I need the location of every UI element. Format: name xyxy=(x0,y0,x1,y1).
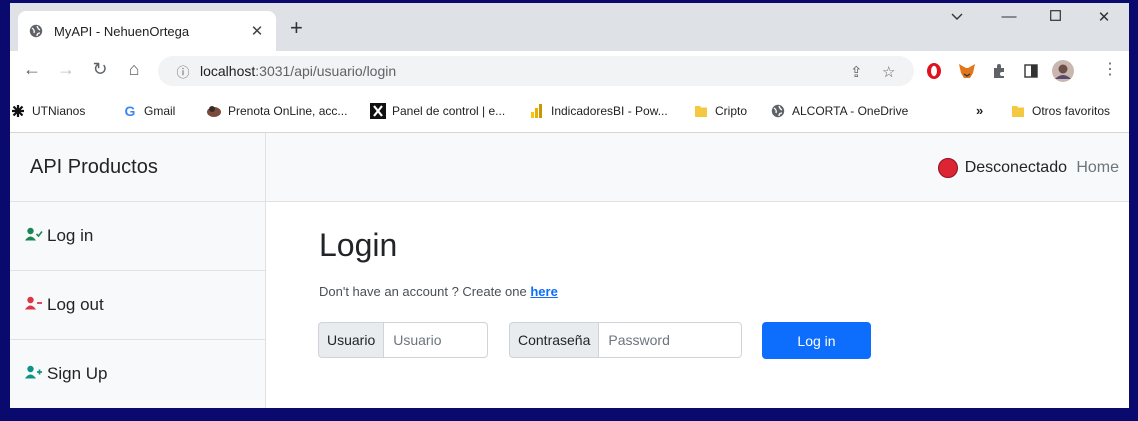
user-check-icon xyxy=(25,226,47,246)
bookmark-label: ALCORTA - OneDrive xyxy=(792,104,909,118)
password-input[interactable] xyxy=(598,322,743,358)
signup-prompt-text: Don't have an account ? Create one xyxy=(319,284,527,299)
globe-icon xyxy=(770,103,786,119)
bookmark-label: Prenota OnLine, acc... xyxy=(228,104,348,118)
sidebar-item-label: Log out xyxy=(47,295,104,314)
sidebar: API Productos Log in Log out Sign Up xyxy=(10,133,266,408)
menu-kebab-icon[interactable]: ⋮ xyxy=(1098,59,1122,79)
password-group: Contraseña xyxy=(509,322,743,358)
bookmark-label: UTNianos xyxy=(32,104,86,118)
minimize-icon[interactable]: — xyxy=(994,8,1024,25)
close-tab-icon[interactable]: ✕ xyxy=(248,22,266,40)
bookmark-otros-favoritos[interactable]: Otros favoritos xyxy=(1010,103,1110,119)
user-minus-icon xyxy=(25,295,47,315)
web-page: API Productos Log in Log out Sign Up Des… xyxy=(10,133,1129,408)
sidebar-item-label: Log in xyxy=(47,226,94,245)
status-text: Desconectado xyxy=(964,159,1067,176)
bookmark-cripto[interactable]: Cripto xyxy=(693,103,747,119)
url-host: localhost xyxy=(200,63,256,79)
connection-status: Desconectado xyxy=(937,158,1067,178)
tab-strip: MyAPI - NehuenOrtega ✕ + — ✕ xyxy=(10,3,1129,51)
login-button[interactable]: Log in xyxy=(762,322,871,359)
bookmark-label: Panel de control | e... xyxy=(392,104,506,118)
back-icon[interactable]: ← xyxy=(20,59,44,80)
bookmark-label: Cripto xyxy=(715,104,748,118)
metamask-icon[interactable] xyxy=(958,62,976,80)
sidebar-item-label: Sign Up xyxy=(47,364,108,383)
browser-window: MyAPI - NehuenOrtega ✕ + — ✕ ← → ↻ ⌂ ⓘ l… xyxy=(10,3,1129,408)
new-tab-icon[interactable]: + xyxy=(290,17,303,39)
username-label: Usuario xyxy=(318,322,384,358)
address-bar[interactable]: ⓘ localhost:3031/api/usuario/login ⇪ ☆ xyxy=(158,56,914,86)
top-navbar: Desconectado Home xyxy=(266,133,1129,202)
share-icon[interactable]: ⇪ xyxy=(850,63,863,81)
folder-icon xyxy=(693,103,709,119)
bookmarks-bar: UTNianos G Gmail Prenota OnLine, acc... … xyxy=(10,91,1129,133)
login-content: Login Don't have an account ? Create one… xyxy=(266,202,1129,408)
star-icon[interactable]: ☆ xyxy=(882,63,895,81)
brand-title[interactable]: API Productos xyxy=(10,133,265,202)
profile-avatar[interactable] xyxy=(1052,60,1074,82)
site-info-icon[interactable]: ⓘ xyxy=(170,62,196,81)
extensions-icon[interactable] xyxy=(990,62,1008,80)
x-logo-icon xyxy=(370,103,386,119)
tab-title: MyAPI - NehuenOrtega xyxy=(54,23,190,39)
sidebar-item-signup[interactable]: Sign Up xyxy=(10,340,265,408)
signup-prompt: Don't have an account ? Create one here xyxy=(319,284,558,299)
opera-icon[interactable] xyxy=(925,62,943,80)
password-label: Contraseña xyxy=(509,322,599,358)
home-icon[interactable]: ⌂ xyxy=(122,59,146,80)
bookmark-panel[interactable]: Panel de control | e... xyxy=(370,103,505,119)
status-dot-icon xyxy=(937,158,958,178)
forward-icon[interactable]: → xyxy=(54,59,78,80)
browser-toolbar: ← → ↻ ⌂ ⓘ localhost:3031/api/usuario/log… xyxy=(10,51,1129,91)
url-text: localhost:3031/api/usuario/login xyxy=(200,63,396,79)
overflow-chevron-icon: » xyxy=(976,103,984,118)
username-group: Usuario xyxy=(318,322,489,358)
url-path: :3031/api/usuario/login xyxy=(255,63,397,79)
maximize-icon[interactable] xyxy=(1040,8,1070,25)
user-plus-icon xyxy=(25,364,47,384)
bookmark-label: Gmail xyxy=(144,104,176,118)
powerbi-icon xyxy=(529,103,545,119)
prenota-icon xyxy=(206,103,222,119)
bookmark-alcorta[interactable]: ALCORTA - OneDrive xyxy=(770,103,908,119)
utn-icon xyxy=(10,103,26,119)
signup-here-link[interactable]: here xyxy=(530,284,557,299)
sidebar-item-login[interactable]: Log in xyxy=(10,202,265,271)
page-title: Login xyxy=(319,227,398,263)
bookmarks-overflow-button[interactable]: » xyxy=(976,103,983,118)
side-panel-icon[interactable] xyxy=(1022,62,1040,80)
bookmark-prenota[interactable]: Prenota OnLine, acc... xyxy=(206,103,347,119)
home-link[interactable]: Home xyxy=(1076,159,1119,177)
reload-icon[interactable]: ↻ xyxy=(88,59,112,80)
sidebar-item-logout[interactable]: Log out xyxy=(10,271,265,340)
bookmark-utnianos[interactable]: UTNianos xyxy=(10,103,85,119)
bookmark-label: Otros favoritos xyxy=(1032,104,1111,118)
bookmark-indicadores[interactable]: IndicadoresBI - Pow... xyxy=(529,103,668,119)
close-window-icon[interactable]: ✕ xyxy=(1089,8,1119,26)
bookmark-gmail[interactable]: G Gmail xyxy=(122,103,176,119)
browser-tab[interactable]: MyAPI - NehuenOrtega ✕ xyxy=(18,11,276,51)
tab-search-icon[interactable] xyxy=(942,8,972,25)
globe-icon xyxy=(28,23,44,39)
username-input[interactable] xyxy=(383,322,489,358)
bookmark-label: IndicadoresBI - Pow... xyxy=(551,104,668,118)
folder-icon xyxy=(1010,103,1026,119)
google-icon: G xyxy=(124,103,136,119)
